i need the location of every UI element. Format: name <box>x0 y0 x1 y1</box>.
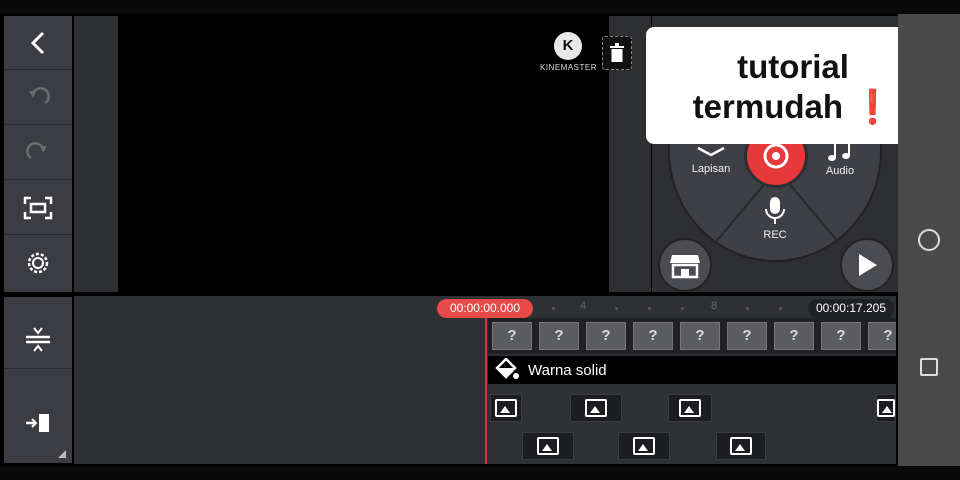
missing-thumbnail[interactable]: ? <box>727 322 767 350</box>
image-icon <box>537 437 559 455</box>
current-time: 00:00:00.000 <box>437 299 533 318</box>
ruler-tick <box>746 307 749 310</box>
kinemaster-watermark[interactable]: K KINEMASTER <box>540 32 598 72</box>
undo-button[interactable] <box>4 71 72 125</box>
asset-store-button[interactable] <box>658 238 712 292</box>
ruler-tick <box>615 307 618 310</box>
tutorial-line-1: tutorial <box>737 48 849 85</box>
trash-icon <box>610 43 624 62</box>
image-layer-clip[interactable] <box>490 394 522 422</box>
left-toolbar <box>4 16 72 292</box>
back-button[interactable] <box>4 16 72 70</box>
solid-color-clip[interactable]: Warna solid <box>488 356 896 384</box>
camera-shutter-icon <box>763 143 789 169</box>
tutorial-line-2-text: termudah <box>692 88 844 125</box>
image-icon <box>633 437 655 455</box>
image-layer-clip[interactable] <box>876 394 896 422</box>
layer-label: Lapisan <box>691 163 731 175</box>
bottom-frame <box>0 466 960 480</box>
image-layer-clip[interactable] <box>570 394 622 422</box>
track-align-button[interactable] <box>4 309 72 369</box>
back-icon <box>30 31 45 54</box>
audio-label: Audio <box>825 165 855 177</box>
kinemaster-logo-icon: K <box>554 32 582 60</box>
home-button[interactable] <box>918 229 940 251</box>
solid-color-label: Warna solid <box>528 361 607 379</box>
missing-thumbnail[interactable]: ? <box>821 322 861 350</box>
ruler-tick <box>648 307 651 310</box>
layers-icon <box>697 146 725 157</box>
resize-corner <box>58 450 66 458</box>
recents-button[interactable] <box>920 358 938 376</box>
image-icon <box>585 399 607 417</box>
fullscreen-button[interactable] <box>4 181 72 235</box>
undo-icon <box>29 86 50 104</box>
ruler-tick-label: 4 <box>580 300 587 312</box>
image-icon <box>495 399 517 417</box>
image-layer-clip[interactable] <box>668 394 712 422</box>
image-layer-clip[interactable] <box>522 432 574 460</box>
video-track[interactable]: ? ? ? ? ? ? ? ? ? <box>488 318 896 354</box>
paint-bucket-icon <box>495 358 519 379</box>
ruler-tick-label: 8 <box>711 300 718 312</box>
missing-thumbnail[interactable]: ? <box>539 322 579 350</box>
gear-icon <box>27 252 49 274</box>
settings-button[interactable] <box>4 236 72 290</box>
missing-thumbnail[interactable]: ? <box>680 322 720 350</box>
rec-label: REC <box>763 229 787 241</box>
store-icon <box>670 255 700 279</box>
jump-to-end-button[interactable] <box>4 393 72 453</box>
audio-button[interactable]: Audio <box>820 140 860 177</box>
layer-button[interactable]: Lapisan <box>688 146 734 175</box>
total-duration: 00:00:17.205 <box>808 299 894 318</box>
missing-thumbnail[interactable]: ? <box>633 322 673 350</box>
timeline-toolbar <box>4 297 72 463</box>
kinemaster-logo-text: KINEMASTER <box>540 63 598 72</box>
ruler-tick <box>779 307 782 310</box>
missing-thumbnail[interactable]: ? <box>868 322 896 350</box>
rec-button[interactable]: REC <box>755 196 795 241</box>
missing-thumbnail[interactable]: ? <box>774 322 814 350</box>
redo-button[interactable] <box>4 126 72 180</box>
top-frame <box>0 0 960 14</box>
play-button[interactable] <box>840 238 894 292</box>
image-layer-clip[interactable] <box>618 432 670 460</box>
ruler-tick <box>552 307 555 310</box>
image-icon <box>679 399 701 417</box>
video-preview[interactable] <box>119 16 608 292</box>
missing-thumbnail[interactable]: ? <box>492 322 532 350</box>
delete-watermark-button[interactable] <box>602 36 632 70</box>
crop-icon <box>23 196 53 219</box>
image-icon <box>730 437 752 455</box>
tutorial-caption: tutorial termudah ❗ <box>646 27 940 144</box>
jump-to-end-icon <box>26 414 49 432</box>
ruler-tick <box>681 307 684 310</box>
exclamation-emoji: ❗ <box>852 88 894 125</box>
play-icon <box>859 254 877 276</box>
track-align-icon <box>26 326 50 352</box>
preview-left-margin <box>74 16 118 292</box>
playhead[interactable] <box>485 318 487 464</box>
image-layer-clip[interactable] <box>716 432 766 460</box>
microphone-icon <box>765 197 785 224</box>
redo-icon <box>26 141 47 159</box>
tutorial-line-2: termudah ❗ <box>646 87 940 127</box>
missing-thumbnail[interactable]: ? <box>586 322 626 350</box>
image-icon <box>877 399 895 417</box>
